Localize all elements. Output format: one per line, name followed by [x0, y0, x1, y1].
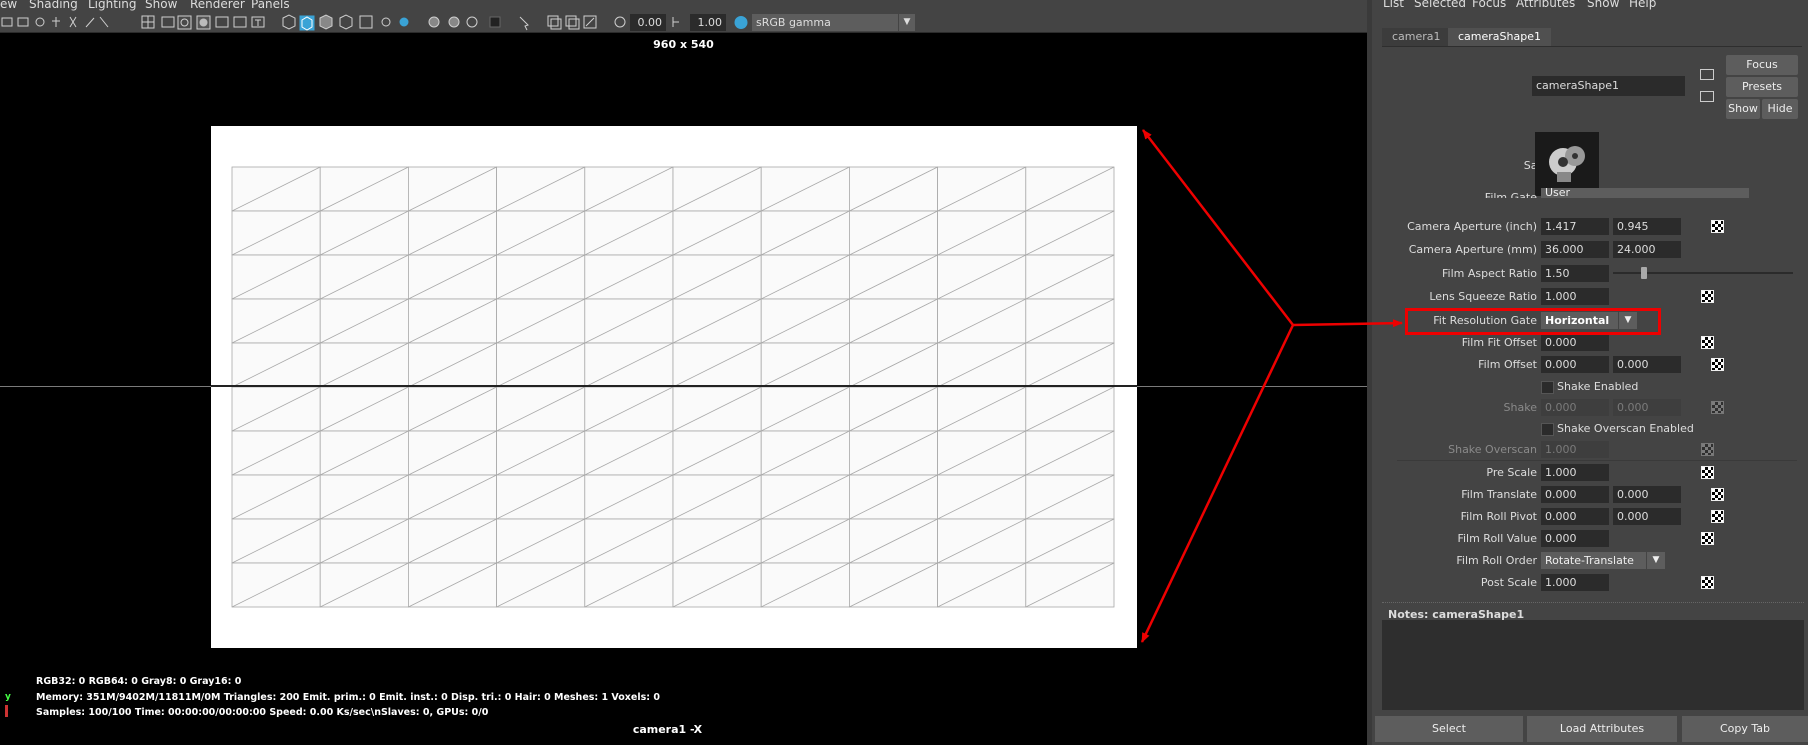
- annotation-arrows: [1140, 129, 1403, 643]
- arrow-to-gate-bottom: [1140, 324, 1295, 643]
- arrow-to-highlight: [1292, 319, 1403, 328]
- arrow-to-gate-top: [1142, 129, 1294, 326]
